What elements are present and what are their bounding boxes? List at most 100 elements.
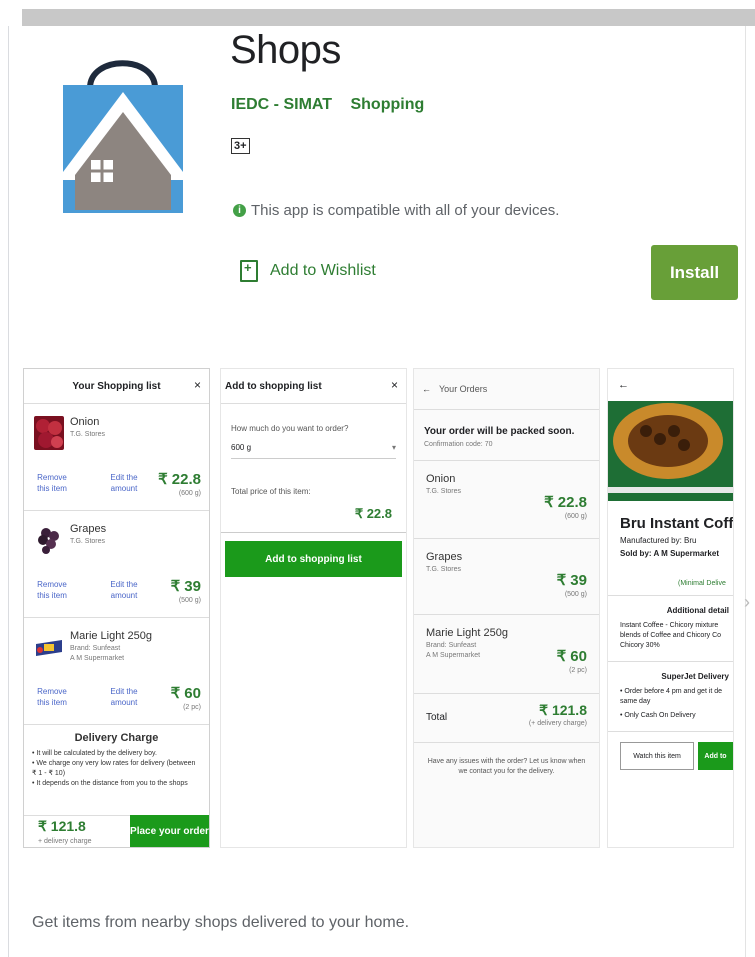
item-price: ₹ 22.8 <box>544 494 587 511</box>
order-total: ₹ 121.8 + delivery charge <box>24 815 130 847</box>
total-label: Total price of this item: <box>231 487 311 496</box>
item-qty: (2 pc) <box>183 704 201 711</box>
superjet-bullet: • Only Cash On Delivery <box>620 712 696 719</box>
item-name: Onion <box>70 416 100 428</box>
remove-item-link[interactable]: Remove this item <box>30 472 74 494</box>
order-footer: ₹ 121.8 + delivery charge Place your ord… <box>24 815 209 847</box>
item-qty: (2 pc) <box>569 667 587 674</box>
wishlist-label: Add to Wishlist <box>270 262 376 279</box>
screenshot-product-detail[interactable]: ← Bru Instant Coffe Manufactured by: Bru… <box>607 368 734 848</box>
developer-link[interactable]: IEDC - SIMAT <box>231 96 332 113</box>
item-store: T.G. Stores <box>426 566 462 573</box>
additional-details: Additional detail Instant Coffee - Chico… <box>608 596 733 662</box>
total-note: (+ delivery charge) <box>528 720 587 727</box>
quantity-question: How much do you want to order? <box>231 424 349 433</box>
details-title: Additional detail <box>666 606 729 615</box>
add-to-list-button[interactable]: Add to shopping list <box>225 541 402 577</box>
item-price: ₹ 22.8 <box>158 471 201 488</box>
list-item: Onion T.G. Stores Remove this item Edit … <box>24 404 209 511</box>
order-item: Marie Light 250g Brand: Sunfeast A M Supe… <box>414 615 599 694</box>
item-store: T.G. Stores <box>426 488 462 495</box>
remove-item-link[interactable]: Remove this item <box>30 579 74 601</box>
add-to-wishlist-button[interactable]: Add to Wishlist <box>240 260 376 282</box>
superjet-delivery: SuperJet Delivery • Order before 4 pm an… <box>608 662 733 732</box>
help-text: Have any issues with the order? Let us k… <box>427 758 586 775</box>
delivery-charge-info: Delivery Charge • It will be calculated … <box>24 725 209 795</box>
amount-select[interactable]: 600 g ▾ <box>231 443 396 459</box>
back-arrow-icon[interactable]: ← <box>422 384 431 394</box>
item-name: Onion <box>426 473 456 485</box>
content-rating-badge: 3+ <box>231 138 250 154</box>
total-note: + delivery charge <box>38 838 92 845</box>
action-row: Watch this item Add to <box>620 742 733 770</box>
total-value: ₹ 121.8 <box>539 702 587 718</box>
back-arrow-icon[interactable]: ← <box>608 369 733 401</box>
compatibility-notice: i This app is compatible with all of you… <box>233 202 559 219</box>
seller: Sold by: A M Supermarket <box>620 549 719 558</box>
screen-header: ← Your Orders <box>414 369 599 410</box>
item-qty: (500 g) <box>564 591 587 598</box>
item-store: T.G. Stores <box>70 538 106 545</box>
watch-item-button[interactable]: Watch this item <box>620 742 694 770</box>
add-to-list-button[interactable]: Add to <box>698 742 733 770</box>
delivery-line: • It will be calculated by the delivery … <box>32 750 157 757</box>
screenshot-your-orders[interactable]: ← Your Orders Your order will be packed … <box>413 368 600 848</box>
category-link[interactable]: Shopping <box>350 96 424 113</box>
remove-item-link[interactable]: Remove this item <box>30 686 74 708</box>
item-name: Marie Light 250g <box>426 627 508 639</box>
item-name: Marie Light 250g <box>70 630 152 642</box>
chevron-right-icon[interactable]: › <box>744 592 750 613</box>
screen-header: Your Shopping list × <box>24 369 209 404</box>
dropdown-arrow-icon: ▾ <box>391 443 396 452</box>
list-item: Marie Light 250g Brand: Sunfeast A M Supe… <box>24 618 209 725</box>
app-logo <box>57 60 189 213</box>
packed-message: Your order will be packed soon. <box>424 426 575 437</box>
delivery-line: • We charge ony very low rates for deliv… <box>32 760 196 777</box>
order-item: Onion T.G. Stores ₹ 22.8 (600 g) <box>414 461 599 539</box>
item-price: ₹ 39 <box>170 578 201 595</box>
item-price: ₹ 39 <box>556 572 587 589</box>
divider <box>745 26 746 957</box>
superjet-bullet: • Order before 4 pm and get it de same d… <box>620 688 723 705</box>
grapes-image <box>34 523 64 557</box>
divider <box>8 26 9 957</box>
item-price: ₹ 60 <box>170 685 201 702</box>
app-title: Shops <box>230 28 341 72</box>
manufacturer: Manufactured by: Bru <box>620 536 697 545</box>
list-item: Grapes T.G. Stores Remove this item Edit… <box>24 511 209 618</box>
edit-amount-link[interactable]: Edit the amount <box>102 579 146 601</box>
item-store: T.G. Stores <box>70 431 106 438</box>
details-text: Instant Coffee - Chicory mixture blends … <box>620 622 722 649</box>
screenshot-shopping-list[interactable]: Your Shopping list × Onion T.G. Stores R… <box>23 368 210 848</box>
compatibility-text: This app is compatible with all of your … <box>251 202 560 219</box>
order-item: Grapes T.G. Stores ₹ 39 (500 g) <box>414 539 599 615</box>
screen-title: Add to shopping list <box>225 380 322 392</box>
item-store: Brand: Sunfeast A M Supermarket <box>70 645 125 662</box>
edit-amount-link[interactable]: Edit the amount <box>102 686 146 708</box>
item-store: Brand: Sunfeast A M Supermarket <box>426 642 481 659</box>
screen-title: Your Orders <box>439 384 488 394</box>
item-qty: (600 g) <box>178 490 201 497</box>
delivery-line: • It depends on the distance from you to… <box>32 780 188 787</box>
edit-amount-link[interactable]: Edit the amount <box>102 472 146 494</box>
screenshot-add-to-list[interactable]: Add to shopping list × How much do you w… <box>220 368 407 848</box>
delivery-title: Delivery Charge <box>74 732 159 744</box>
bookmark-add-icon <box>240 260 258 282</box>
superjet-title: SuperJet Delivery <box>661 672 729 681</box>
item-qty: (500 g) <box>178 597 201 604</box>
top-bar <box>22 9 755 26</box>
info-icon: i <box>233 204 246 217</box>
item-name: Grapes <box>426 551 463 563</box>
amount-value: 600 g <box>231 443 252 452</box>
screen-title: Your Shopping list <box>72 380 161 392</box>
product-title: Bru Instant Coffe <box>620 515 734 532</box>
total-label: Total <box>426 712 448 723</box>
onion-image <box>34 416 64 450</box>
app-description: Get items from nearby shops delivered to… <box>32 914 410 931</box>
place-order-button[interactable]: Place your order <box>130 815 209 847</box>
total-value: ₹ 121.8 <box>38 818 86 834</box>
app-meta: IEDC - SIMAT Shopping <box>231 96 438 114</box>
install-button[interactable]: Install <box>651 245 738 300</box>
screen-header: Add to shopping list × <box>221 369 406 404</box>
order-status: Your order will be packed soon. Confirma… <box>414 410 599 461</box>
